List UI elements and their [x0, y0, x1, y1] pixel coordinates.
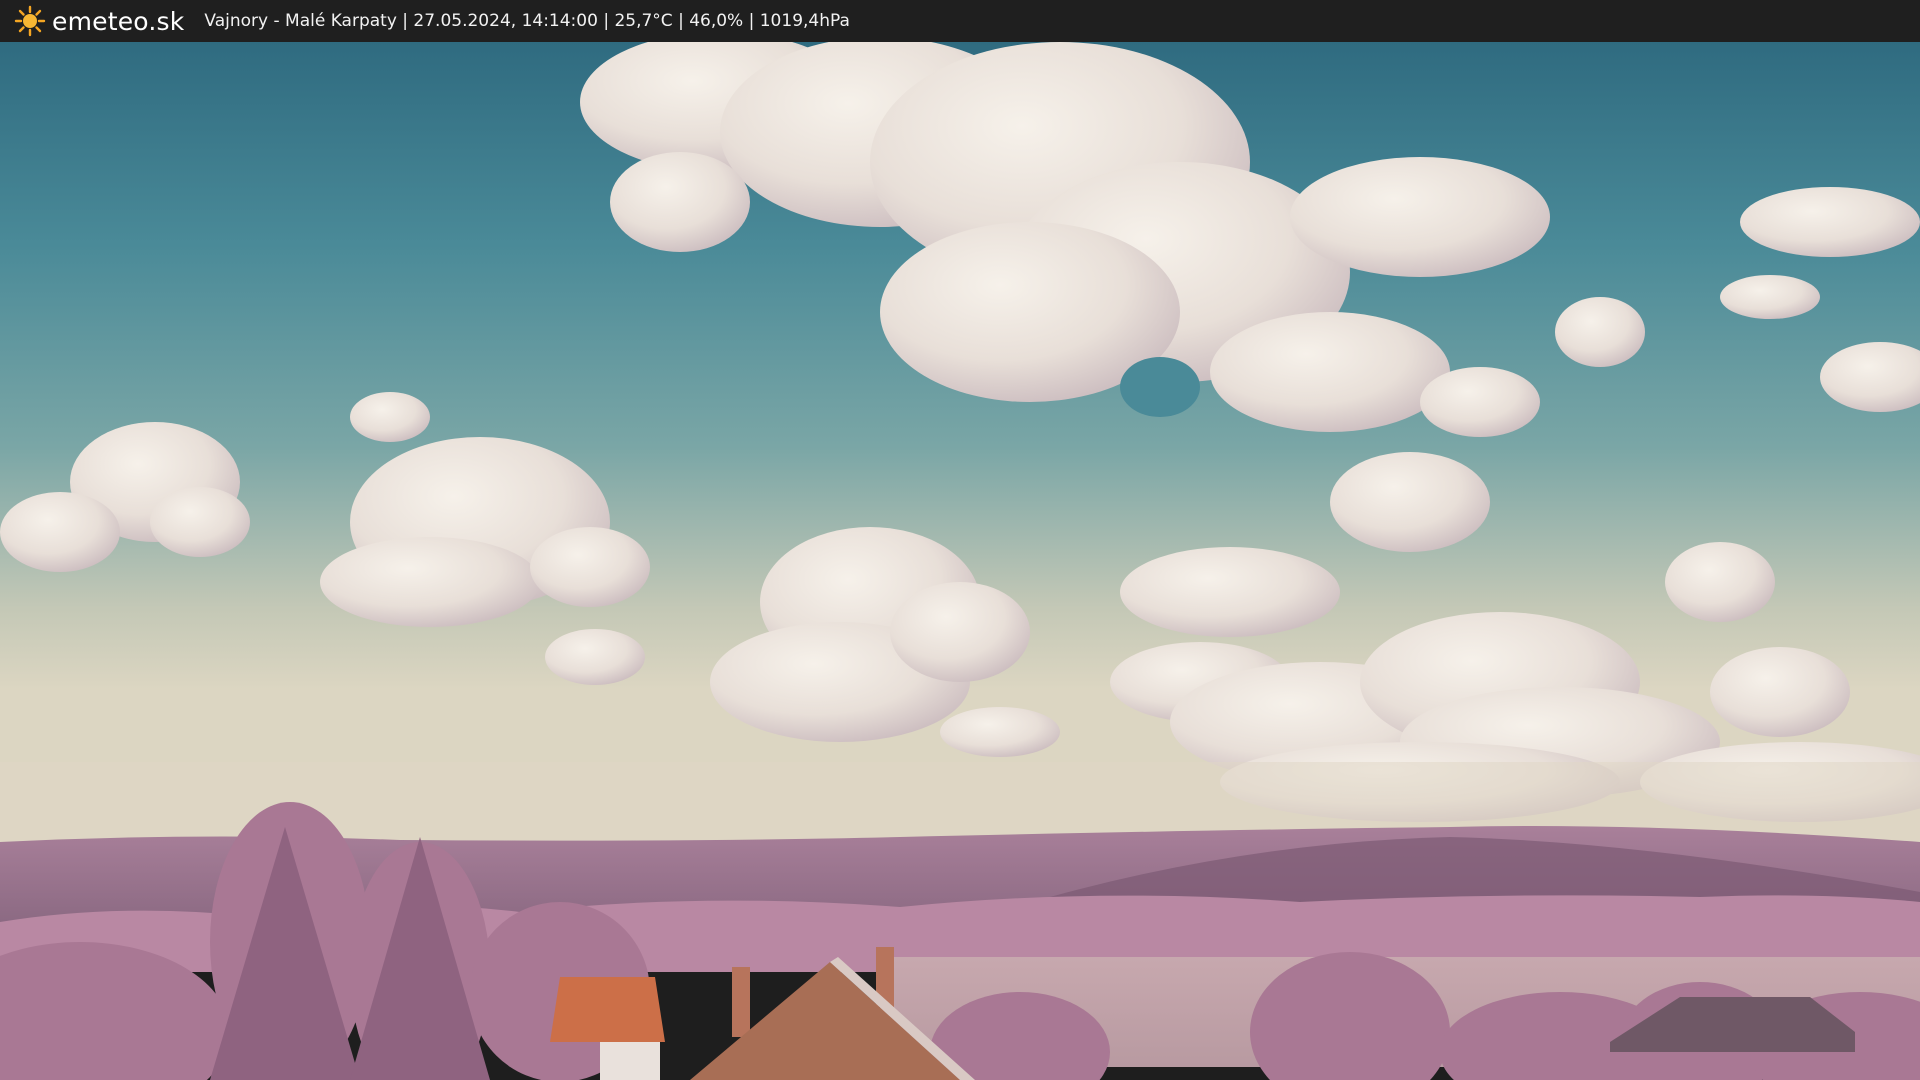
webcam-image: [0, 42, 1920, 1080]
webcam-frame: emeteo.sk Vajnory - Malé Karpaty | 27.05…: [0, 0, 1920, 1080]
webcam-info-bar: emeteo.sk Vajnory - Malé Karpaty | 27.05…: [0, 0, 1920, 42]
brand-name: emeteo.sk: [52, 6, 185, 36]
sky-gap: [1120, 357, 1200, 417]
station-info-text: Vajnory - Malé Karpaty | 27.05.2024, 14:…: [204, 11, 850, 31]
emeteo-logo: emeteo.sk: [14, 0, 184, 42]
sun-icon: [14, 5, 46, 37]
